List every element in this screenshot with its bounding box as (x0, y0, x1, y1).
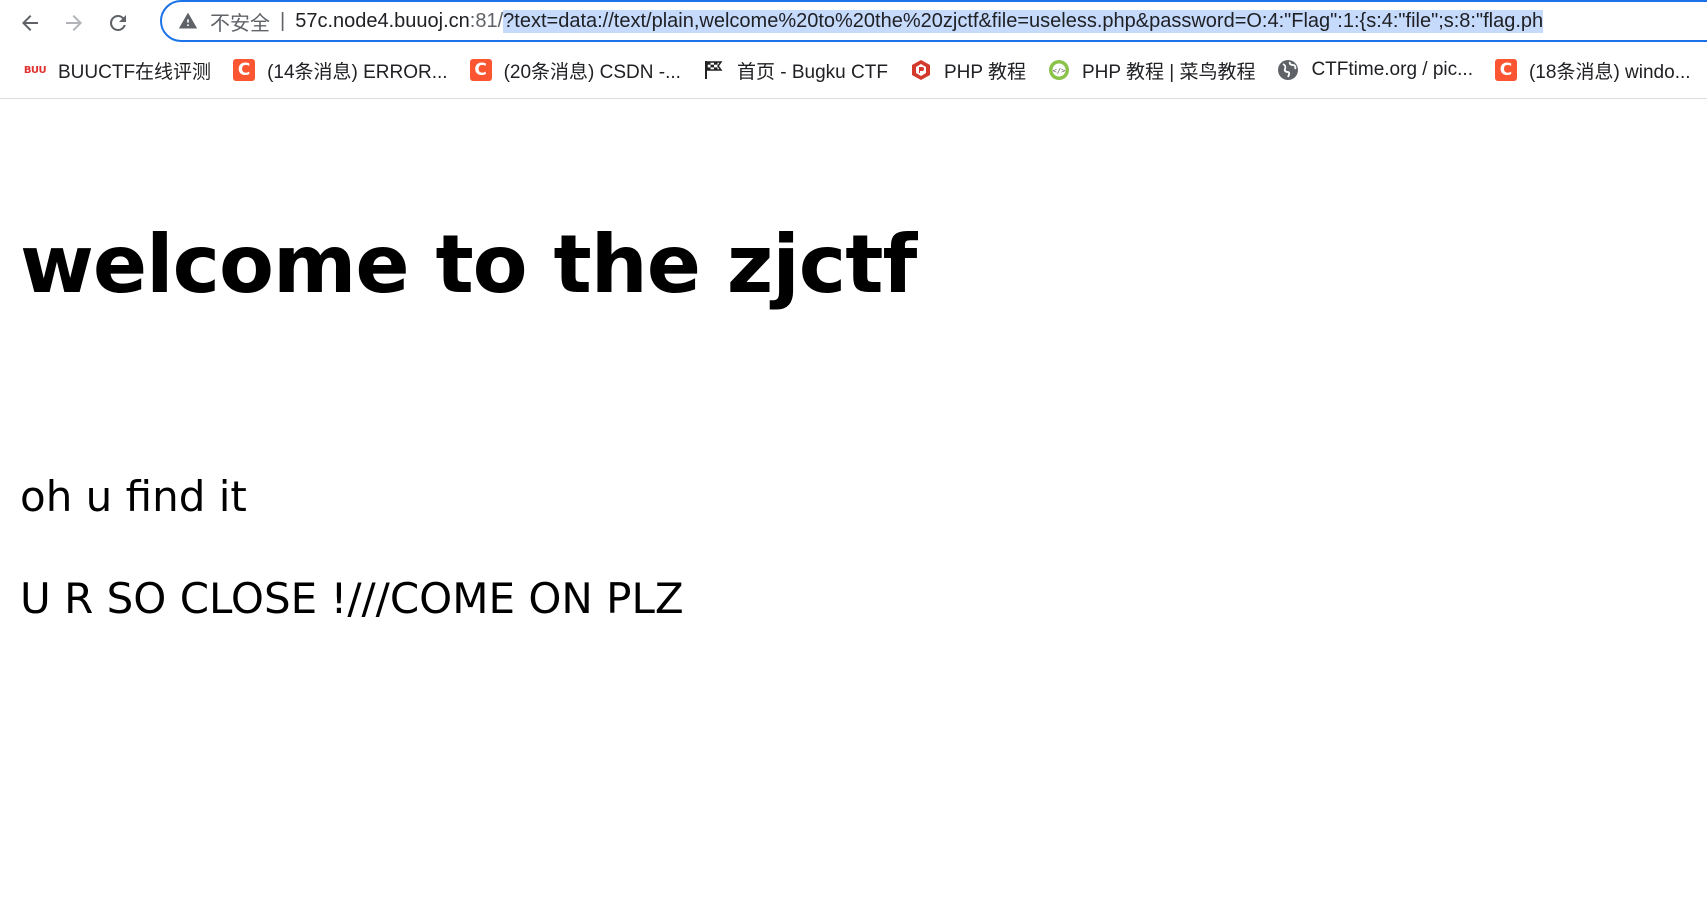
security-label[interactable]: 不安全 (210, 7, 270, 36)
bookmark-item[interactable]: </> PHP 教程 | 菜鸟教程 (1048, 57, 1256, 84)
bookmark-item[interactable]: 首页 - Bugku CTF (703, 57, 888, 84)
forward-button[interactable] (57, 6, 91, 40)
csdn-icon: C (1494, 59, 1517, 81)
bookmark-label: (14条消息) ERROR... (267, 61, 448, 83)
url-host: 57c.node4.buuoj.cn (295, 9, 470, 32)
arrow-left-icon (22, 15, 38, 31)
bookmarks-bar: BUU BUUCTF在线评测 C (14条消息) ERROR... C (20条… (0, 52, 1707, 88)
bookmark-label: (20条消息) CSDN -... (503, 61, 681, 83)
page-content: welcome to the zjctf oh u find it U R SO… (0, 99, 1707, 924)
bookmark-item[interactable]: C (14条消息) ERROR... (233, 57, 448, 84)
browser-chrome: 不安全 | 57c.node4.buuoj.cn:81/?text=data:/… (0, 0, 1707, 99)
warning-icon (178, 12, 198, 29)
address-bar[interactable]: 不安全 | 57c.node4.buuoj.cn:81/?text=data:/… (160, 0, 1707, 42)
bookmark-label: BUUCTF在线评测 (58, 61, 212, 83)
reload-button[interactable] (101, 6, 135, 40)
csdn-icon: C (233, 59, 256, 81)
runoob-icon: </> (1048, 59, 1070, 81)
bookmark-item[interactable]: C (18条消息) windo... (1494, 57, 1691, 84)
bookmark-label: (18条消息) windo... (1528, 61, 1691, 83)
page-heading: welcome to the zjctf (20, 218, 917, 311)
url-port: :81/ (469, 9, 504, 32)
message-line-1: oh u find it (20, 472, 247, 521)
omnibox-separator: | (280, 9, 286, 32)
bookmark-label: PHP 教程 (943, 61, 1026, 83)
php-icon (910, 59, 932, 81)
svg-text:</>: </> (1053, 67, 1066, 75)
globe-icon (1277, 59, 1299, 81)
arrow-right-icon (66, 15, 82, 31)
bookmark-item[interactable]: C (20条消息) CSDN -... (469, 57, 681, 84)
bookmark-item[interactable]: PHP 教程 (910, 57, 1026, 84)
bookmark-label: 首页 - Bugku CTF (736, 61, 888, 83)
reload-icon (110, 14, 126, 31)
bookmark-label: PHP 教程 | 菜鸟教程 (1081, 61, 1256, 83)
message-line-2: U R SO CLOSE !///COME ON PLZ (20, 574, 684, 623)
bookmark-item[interactable]: BUU BUUCTF在线评测 (24, 57, 211, 84)
buuctf-icon: BUU (23, 64, 47, 76)
flag-icon (703, 59, 725, 81)
bookmark-item[interactable]: CTFtime.org / pic... (1277, 59, 1473, 81)
bookmark-label: CTFtime.org / pic... (1311, 59, 1473, 80)
url-query-selected: ?text=data://text/plain,welcome%20to%20t… (503, 9, 1544, 33)
csdn-icon: C (469, 59, 492, 81)
back-button[interactable] (13, 6, 47, 40)
